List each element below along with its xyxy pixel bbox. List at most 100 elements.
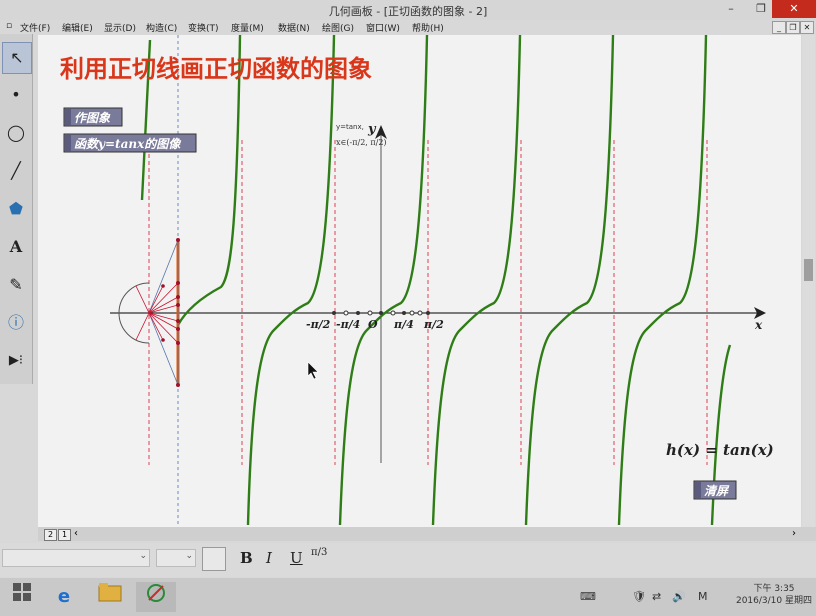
tick-point <box>343 310 349 316</box>
function-formula: h(x) = tan(x) <box>666 441 774 459</box>
mouse-cursor-icon <box>307 361 319 380</box>
scroll-left-icon[interactable]: ‹ <box>74 528 78 539</box>
text-tool[interactable]: A <box>2 232 30 262</box>
construction-point <box>176 295 180 299</box>
construction-point <box>161 338 165 342</box>
doc-close-button[interactable]: ✕ <box>800 21 814 34</box>
function-graph-button[interactable]: 函数y=tanx的图像 <box>63 133 197 153</box>
compass-tool[interactable]: ◯ <box>2 118 30 148</box>
explorer-icon[interactable] <box>90 582 130 612</box>
network-icon[interactable]: ⇄ <box>652 590 661 603</box>
ie-icon[interactable]: e <box>44 582 84 612</box>
underline-button[interactable]: U <box>290 549 303 567</box>
text-format-bar: ⌄ ⌄ B I U π/3 <box>0 543 816 577</box>
taskbar: e ⌨ 🛡 ⇄ 🔊 M 下午 3:35 2016/3/10 星期四 <box>0 578 816 616</box>
math-format-button[interactable]: π/3 <box>311 547 327 558</box>
sketchpad-icon[interactable] <box>136 582 176 612</box>
x-axis-label: x <box>754 318 763 332</box>
menu-bar: ▫ 文件(F) 编辑(E) 显示(D) 构造(C) 变换(T) 度量(M) 数据… <box>0 20 816 34</box>
chevron-down-icon: ⌄ <box>185 551 193 561</box>
construction-point <box>176 238 180 242</box>
construction-point <box>176 383 180 387</box>
start-button[interactable] <box>2 582 42 612</box>
tick-point <box>332 311 336 315</box>
menu-measure[interactable]: 度量(M) <box>231 21 264 34</box>
toolbox: ↖ • ◯ ╱ ⬟ A ✎ ⓘ ▶⁝ <box>0 34 33 384</box>
function-graph-label: 函数y=tanx的图像 <box>74 137 181 151</box>
menu-help[interactable]: 帮助(H) <box>412 21 444 34</box>
menu-construct[interactable]: 构造(C) <box>146 21 177 34</box>
tick-point <box>409 310 415 316</box>
marker-tool[interactable]: ✎ <box>2 270 30 300</box>
system-clock[interactable]: 下午 3:35 2016/3/10 星期四 <box>734 583 814 607</box>
y-axis-label: y <box>367 122 377 137</box>
volume-icon[interactable]: 🔊 <box>672 590 686 603</box>
scrollbar-thumb[interactable] <box>804 259 813 281</box>
arrow-tool[interactable]: ↖ <box>2 42 32 74</box>
construction-line <box>148 239 179 314</box>
font-family-select[interactable]: ⌄ <box>2 549 150 567</box>
page-tab-2[interactable]: 2 <box>44 529 57 541</box>
tick-label-neg-pi-4: -π/4 <box>336 318 360 331</box>
windows-icon <box>13 583 31 601</box>
clock-time: 下午 3:35 <box>753 584 795 594</box>
minimize-button[interactable]: – <box>718 0 744 18</box>
radius-line <box>135 285 150 314</box>
menu-graph[interactable]: 绘图(G) <box>322 21 354 34</box>
page-tab-bar: 2 1 ‹ › <box>38 527 816 541</box>
page-heading: 利用正切线画正切函数的图象 <box>60 55 372 83</box>
menu-edit[interactable]: 编辑(E) <box>62 21 93 34</box>
tick-label-neg-pi-2: -π/2 <box>306 318 331 331</box>
bold-button[interactable]: B <box>240 549 253 567</box>
custom-tool[interactable]: ▶⁝ <box>2 346 30 376</box>
tick-label-pi-2: π/2 <box>423 318 444 331</box>
point-tool[interactable]: • <box>2 80 30 110</box>
input-method-icon[interactable]: M <box>698 590 708 603</box>
text-color-picker[interactable] <box>202 547 226 571</box>
app-menu-icon[interactable]: ▫ <box>6 21 12 31</box>
draw-graph-label: 作图象 <box>74 111 111 125</box>
window-title: 几何画板 - [正切函数的图象 - 2] <box>328 5 488 18</box>
asymptotes <box>148 140 708 465</box>
straightedge-tool[interactable]: ╱ <box>2 156 30 186</box>
title-bar: 几何画板 - [正切函数的图象 - 2] – ❐ ✕ <box>0 0 816 20</box>
italic-button[interactable]: I <box>266 549 272 567</box>
doc-restore-button[interactable]: ❐ <box>786 21 800 34</box>
tick-label-pi-4: π/4 <box>393 318 414 331</box>
page-tab-1[interactable]: 1 <box>58 529 71 541</box>
tangent-branch <box>246 35 336 526</box>
tick-point <box>390 310 396 316</box>
clear-screen-button[interactable]: 清屏 <box>693 480 737 500</box>
vertical-scrollbar[interactable] <box>802 35 815 527</box>
tick-point <box>417 310 423 316</box>
information-tool[interactable]: ⓘ <box>2 308 30 338</box>
tangent-branch <box>431 35 522 526</box>
tick-point <box>379 311 383 315</box>
font-size-select[interactable]: ⌄ <box>156 549 196 567</box>
menu-file[interactable]: 文件(F) <box>20 21 50 34</box>
menu-display[interactable]: 显示(D) <box>104 21 136 34</box>
clear-screen-label: 清屏 <box>704 484 730 498</box>
draw-graph-button[interactable]: 作图象 <box>63 107 123 127</box>
polygon-tool[interactable]: ⬟ <box>2 194 30 224</box>
menu-data[interactable]: 数据(N) <box>278 21 310 34</box>
construction-point <box>176 303 180 307</box>
construction-point <box>176 319 180 323</box>
tangent-curves <box>140 35 732 526</box>
domain-label: x∈(-π/2, π/2) <box>336 138 387 147</box>
construction-line <box>148 312 179 386</box>
menu-transform[interactable]: 变换(T) <box>188 21 219 34</box>
tick-point <box>402 311 406 315</box>
close-button[interactable]: ✕ <box>772 0 816 18</box>
scroll-right-icon[interactable]: › <box>792 528 796 539</box>
clock-date: 2016/3/10 星期四 <box>735 596 812 606</box>
sketch-canvas[interactable]: 利用正切线画正切函数的图象 作图象 函数y=tanx的图像 y=tanx, x∈… <box>38 35 801 527</box>
canvas-drawing: 利用正切线画正切函数的图象 作图象 函数y=tanx的图像 y=tanx, x∈… <box>60 35 774 527</box>
shield-icon[interactable]: 🛡 <box>632 590 646 603</box>
keyboard-icon[interactable]: ⌨ <box>580 590 596 603</box>
menu-window[interactable]: 窗口(W) <box>366 21 400 34</box>
doc-minimize-button[interactable]: _ <box>772 21 786 34</box>
chevron-down-icon: ⌄ <box>139 551 147 561</box>
maximize-button[interactable]: ❐ <box>748 0 774 18</box>
radius-line <box>135 312 150 341</box>
